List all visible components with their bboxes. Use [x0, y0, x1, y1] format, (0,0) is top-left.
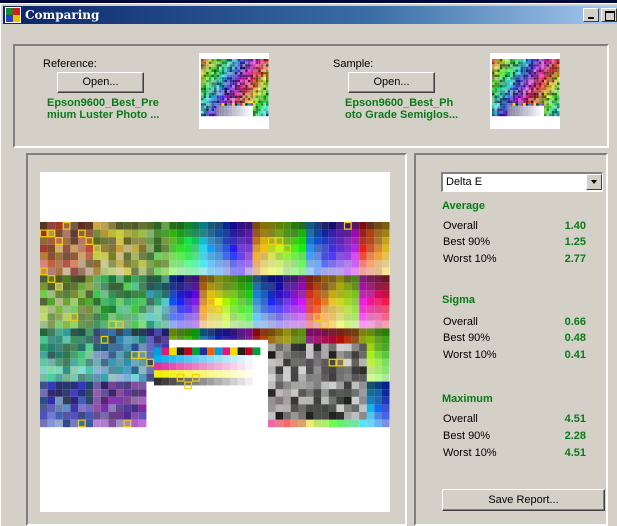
reference-open-button[interactable]: Open...: [57, 72, 144, 93]
reference-file-name: Epson9600_Best_Pre mium Luster Photo ...: [47, 97, 187, 121]
sigma-overall-value: 0.66: [564, 316, 586, 328]
chevron-down-icon: [591, 180, 597, 184]
metric-dropdown-button[interactable]: [586, 174, 602, 190]
sigma-overall-label: Overall: [443, 316, 478, 328]
maximum-worst-value: 4.51: [564, 447, 586, 459]
sigma-title: Sigma: [442, 294, 476, 306]
maximum-overall-label: Overall: [443, 413, 478, 425]
title-bar[interactable]: Comparing: [3, 6, 617, 24]
average-best-value: 1.25: [564, 236, 586, 248]
reference-thumbnail: [199, 53, 269, 129]
save-report-button[interactable]: Save Report...: [442, 489, 605, 511]
maximum-title: Maximum: [442, 393, 493, 405]
sample-file-name: Epson9600_Best_Ph oto Grade Semiglos...: [345, 97, 485, 121]
metric-select-value: Delta E: [446, 176, 483, 188]
sample-file-line1: Epson9600_Best_Ph: [345, 97, 454, 109]
average-best-label: Best 90%: [443, 236, 491, 248]
average-worst-label: Worst 10%: [443, 253, 497, 265]
sample-open-button[interactable]: Open...: [348, 72, 435, 93]
patch-grid: [40, 221, 390, 428]
maximum-best-label: Best 90%: [443, 430, 491, 442]
maximum-best-value: 2.28: [564, 430, 586, 442]
average-overall-value: 1.40: [564, 220, 586, 232]
average-overall-label: Overall: [443, 220, 478, 232]
sample-file-line2: oto Grade Semiglos...: [345, 109, 459, 121]
sigma-best-label: Best 90%: [443, 332, 491, 344]
average-title: Average: [442, 200, 486, 212]
window-title: Comparing: [25, 8, 100, 22]
sample-thumbnail: [490, 53, 560, 129]
reference-file-line2: mium Luster Photo ...: [47, 109, 160, 121]
minimize-button[interactable]: [583, 8, 599, 22]
metric-select[interactable]: Delta E: [441, 172, 603, 192]
reference-file-line1: Epson9600_Best_Pre: [47, 97, 159, 109]
minimize-icon: [588, 17, 594, 19]
sigma-worst-value: 0.41: [564, 349, 586, 361]
sigma-worst-label: Worst 10%: [443, 349, 497, 361]
reference-label: Reference:: [43, 58, 97, 70]
maximize-icon: [605, 11, 615, 21]
maximum-worst-label: Worst 10%: [443, 447, 497, 459]
color-chart-preview[interactable]: [40, 172, 390, 512]
color-chart-icon: [5, 7, 21, 23]
sample-label: Sample:: [333, 58, 374, 70]
sigma-best-value: 0.48: [564, 332, 586, 344]
average-worst-value: 2.77: [564, 253, 586, 265]
maximize-button[interactable]: [601, 8, 617, 22]
maximum-overall-value: 4.51: [564, 413, 586, 425]
